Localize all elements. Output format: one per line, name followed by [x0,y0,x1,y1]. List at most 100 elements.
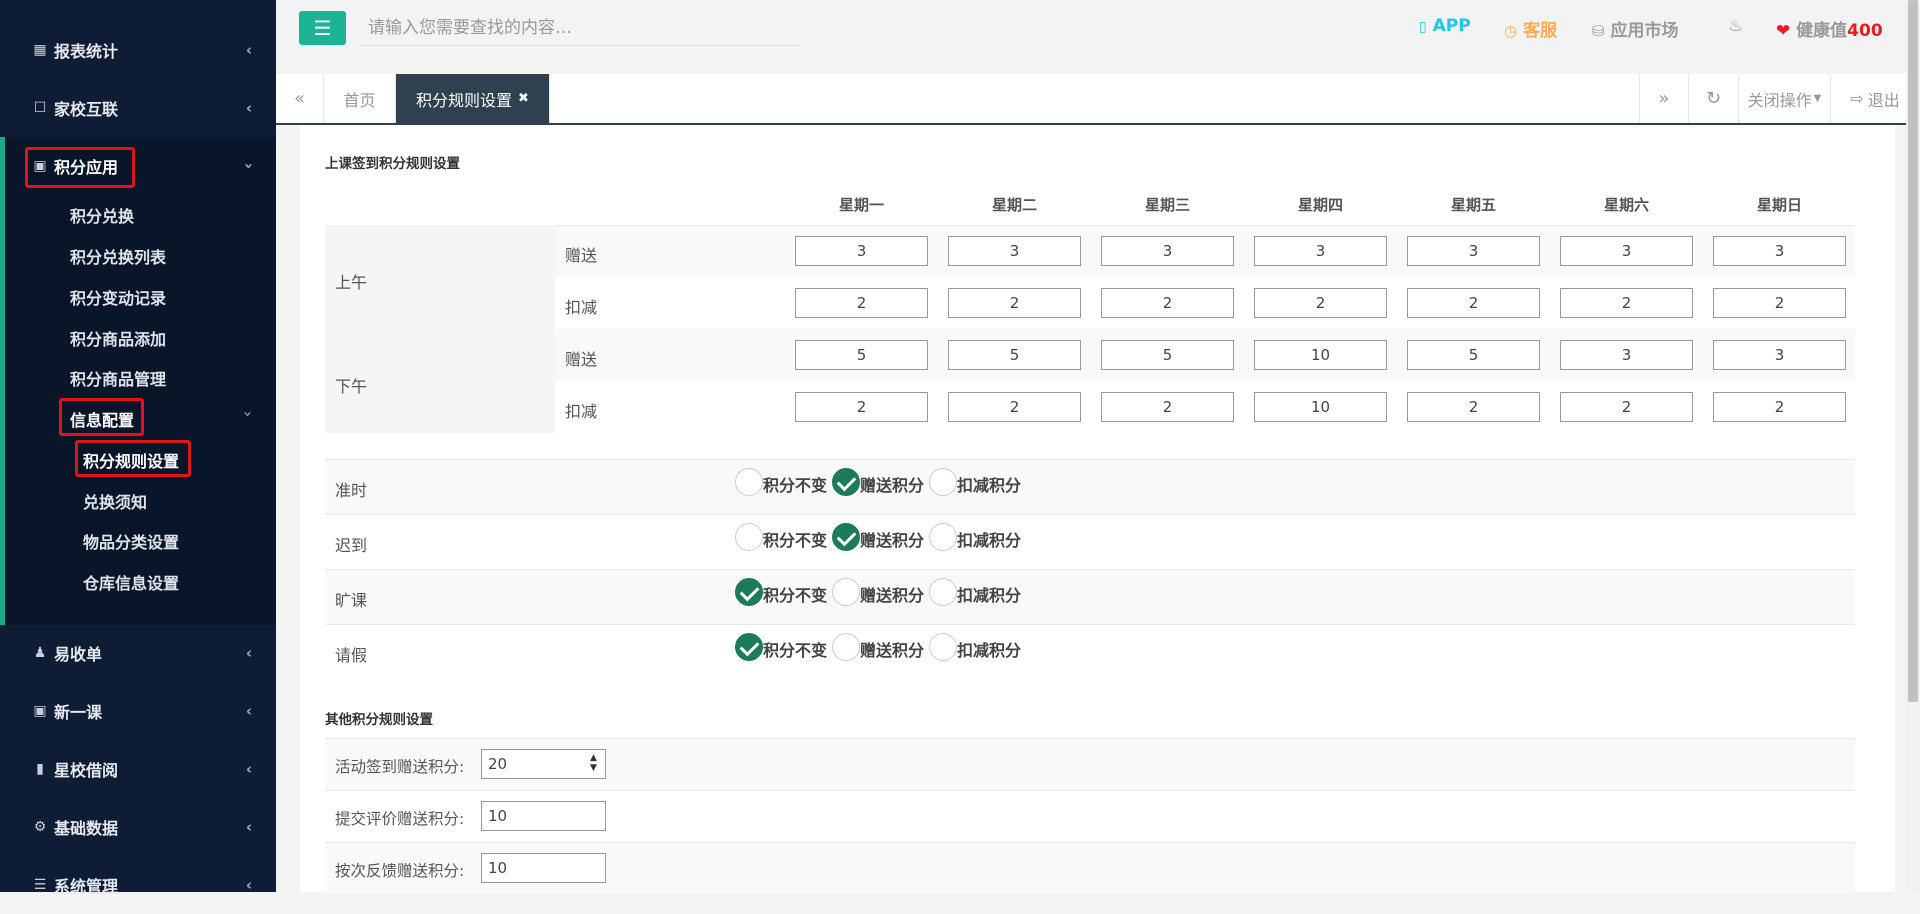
status-row-leave [325,624,1855,679]
service-link[interactable]: ◷ 客服 [1504,16,1557,41]
checkin-section-title: 上课签到积分规则设置 [325,156,460,172]
refresh-icon: ↻ [1705,88,1722,109]
afternoon-deduct-input[interactable]: 2 [795,392,928,422]
sidebar-item-new-lesson[interactable]: ▣ 新一课 ‹ [0,682,276,740]
status-label: 旷课 [335,591,368,610]
morning-give-input[interactable]: 3 [948,236,1081,266]
sidebar: ▦ 报表统计 ‹ ☐ 家校互联 ‹ ▣ 积分应用 › 积分兑换 积分兑换列表 积… [0,0,276,896]
afternoon-give-input[interactable]: 5 [1407,340,1540,370]
radio-deduct[interactable] [929,633,957,661]
radio-label: 赠送积分 [860,641,925,660]
sidebar-sub-change-log[interactable]: 积分变动记录 [70,285,166,309]
afternoon-give-input[interactable]: 5 [948,340,1081,370]
afternoon-give-input[interactable]: 3 [1713,340,1846,370]
scroll-right-button[interactable]: » [1639,74,1689,123]
sidebar-sub-exchange-list[interactable]: 积分兑换列表 [70,244,166,268]
sidebar-sub-manage-goods[interactable]: 积分商品管理 [70,366,166,390]
activity-checkin-stepper[interactable]: 20 [481,749,606,779]
morning-give-input[interactable]: 3 [1713,236,1846,266]
morning-deduct-input[interactable]: 2 [1560,288,1693,318]
health-link[interactable]: ❤ 健康值400 [1776,16,1883,41]
radio-unchanged[interactable] [735,578,763,606]
sidebar-sub-item-category[interactable]: 物品分类设置 [83,529,179,553]
afternoon-give-input[interactable]: 10 [1254,340,1387,370]
morning-give-input[interactable]: 3 [1101,236,1234,266]
search-input[interactable] [360,10,800,46]
refresh-button[interactable]: ↻ [1689,74,1739,123]
heart-icon: ❤ [1776,21,1791,41]
scrollbar[interactable] [1906,0,1920,892]
sidebar-item-reports[interactable]: ▦ 报表统计 ‹ [0,21,276,79]
morning-give-input[interactable]: 3 [795,236,928,266]
radio-unchanged[interactable] [735,633,763,661]
sidebar-item-home-school[interactable]: ☐ 家校互联 ‹ [0,79,276,137]
bell-icon[interactable]: ♨ [1728,16,1743,36]
sidebar-item-label: 家校互联 [54,100,119,119]
morning-deduct-input[interactable]: 2 [1407,288,1540,318]
close-icon[interactable]: ✖ [518,91,529,106]
chevron-left-icon: ‹ [245,760,252,778]
morning-give-input[interactable]: 3 [1407,236,1540,266]
sidebar-sub-add-goods[interactable]: 积分商品添加 [70,326,166,350]
morning-deduct-input[interactable]: 2 [1101,288,1234,318]
sidebar-item-label: 系统管理 [54,877,119,896]
inbox-icon: ▣ [33,703,47,719]
afternoon-give-input[interactable]: 5 [1101,340,1234,370]
sidebar-item-basic-data[interactable]: ⚙ 基础数据 ‹ [0,798,276,856]
morning-give-input[interactable]: 3 [1254,236,1387,266]
tab-points-rules[interactable]: 积分规则设置 ✖ [396,74,550,123]
sidebar-sub-exchange-notice[interactable]: 兑换须知 [83,489,147,513]
morning-deduct-input[interactable]: 2 [1713,288,1846,318]
radio-deduct[interactable] [929,578,957,606]
radio-deduct[interactable] [929,523,957,551]
market-link[interactable]: ⛁ 应用市场 [1592,16,1679,41]
radio-give[interactable] [832,578,860,606]
radio-deduct[interactable] [929,468,957,496]
morning-deduct-input[interactable]: 2 [1254,288,1387,318]
afternoon-deduct-input[interactable]: 2 [1560,392,1693,422]
market-label: 应用市场 [1610,21,1679,41]
afternoon-deduct-input[interactable]: 2 [1713,392,1846,422]
afternoon-deduct-input[interactable]: 2 [1407,392,1540,422]
afternoon-deduct-input[interactable]: 2 [948,392,1081,422]
feedback-input[interactable]: 10 [481,853,606,883]
radio-give[interactable] [832,523,860,551]
scroll-left-button[interactable]: « [276,74,324,123]
afternoon-give-input[interactable]: 5 [795,340,928,370]
afternoon-give-input[interactable]: 3 [1560,340,1693,370]
radio-label: 扣减积分 [957,641,1022,660]
day-header: 星期四 [1297,196,1343,214]
afternoon-deduct-input[interactable]: 2 [1101,392,1234,422]
morning-give-input[interactable]: 3 [1560,236,1693,266]
tab-label: 积分规则设置 [416,90,513,110]
sidebar-item-library[interactable]: ▮ 星校借阅 ‹ [0,740,276,798]
app-link[interactable]: ▯ APP [1419,16,1471,36]
radio-unchanged[interactable] [735,523,763,551]
morning-deduct-input[interactable]: 2 [795,288,928,318]
menu-toggle-button[interactable]: ☰ [299,11,346,45]
submit-review-input[interactable]: 10 [481,801,606,831]
sidebar-sub-points-exchange[interactable]: 积分兑换 [70,203,134,227]
radio-label: 扣减积分 [957,586,1022,605]
chevron-left-icon: ‹ [245,876,252,894]
main-content: 上课签到积分规则设置 星期一 星期二 星期三 星期四 星期五 星期六 星期日 上… [276,125,1920,894]
chevron-left-icon: ‹ [245,644,252,662]
morning-deduct-input[interactable]: 2 [948,288,1081,318]
afternoon-deduct-input[interactable]: 10 [1254,392,1387,422]
sidebar-item-easy-order[interactable]: ♟ 易收单 ‹ [0,624,276,682]
logout-label: 退出 [1867,90,1900,110]
radio-give[interactable] [832,468,860,496]
highlight-box [59,398,144,436]
feedback-label: 按次反馈赠送积分: [335,862,465,880]
status-row-ontime [325,459,1855,514]
radio-unchanged[interactable] [735,468,763,496]
sidebar-item-system[interactable]: ☰ 系统管理 ‹ [0,856,276,914]
radio-give[interactable] [832,633,860,661]
tab-home[interactable]: 首页 [324,74,396,123]
gear-icon: ⚙ [33,819,47,835]
clock-icon: ◷ [1504,22,1518,40]
sidebar-sub-warehouse-info[interactable]: 仓库信息设置 [83,570,179,594]
scrollbar-thumb[interactable] [1908,0,1918,702]
spinner-icon[interactable]: ▲ ▼ [590,753,597,773]
close-operations-dropdown[interactable]: 关闭操作 ▼ [1739,74,1831,123]
